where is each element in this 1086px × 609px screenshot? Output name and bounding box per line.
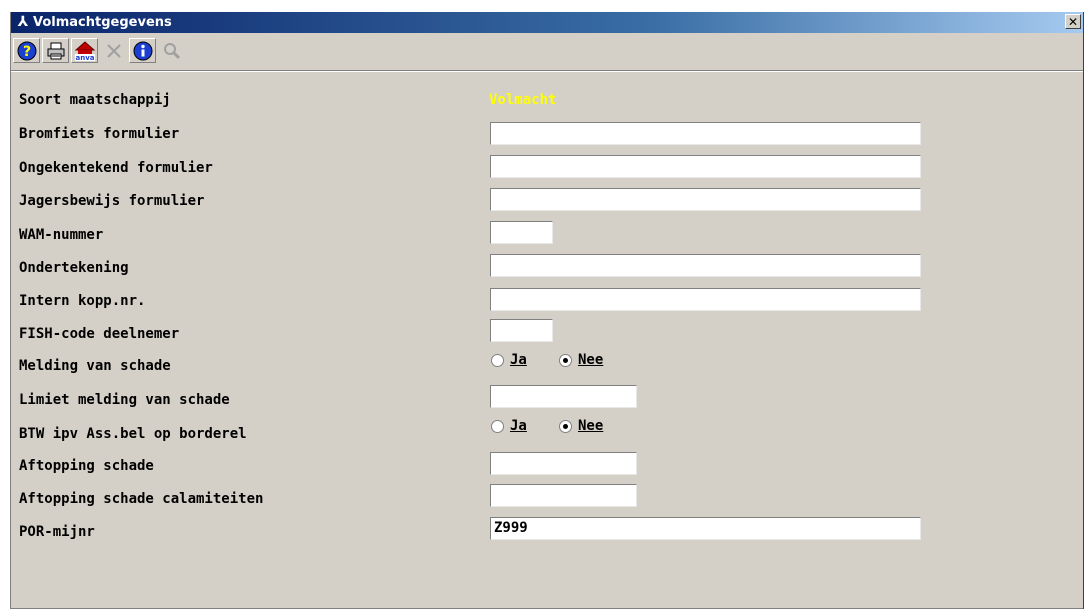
print-button[interactable] <box>42 38 69 63</box>
radio-off-icon <box>491 419 504 433</box>
radio-off-icon <box>491 353 504 367</box>
label-aftopping-schade: Aftopping schade <box>19 458 154 474</box>
btw-nee-radio[interactable]: Nee <box>559 418 603 434</box>
anva-button[interactable]: anva <box>71 38 98 63</box>
radio-on-icon <box>559 353 572 367</box>
label-jagersbewijs: Jagersbewijs formulier <box>19 193 205 209</box>
label-intern-kopp: Intern kopp.nr. <box>19 293 146 309</box>
limiet-melding-field[interactable] <box>490 385 637 408</box>
label-por-mijnr: POR-mijnr <box>19 524 95 540</box>
svg-text:anva: anva <box>75 54 94 62</box>
title-bar[interactable]: ⅄ Volmachtgegevens ✕ <box>11 12 1083 33</box>
window-title: Volmachtgegevens <box>33 15 172 30</box>
ongekentekend-field[interactable] <box>490 155 921 178</box>
close-icon: ✕ <box>1067 15 1079 29</box>
label-ongekentekend: Ongekentekend formulier <box>19 160 213 176</box>
svg-text:?: ? <box>22 44 30 60</box>
por-mijnr-field[interactable]: Z999 <box>490 517 921 540</box>
app-icon: ⅄ <box>17 14 29 30</box>
zoom-button[interactable] <box>158 38 185 63</box>
zoom-icon <box>163 42 180 59</box>
toolbar-separator <box>11 70 1083 72</box>
close-button[interactable]: ✕ <box>1065 14 1081 29</box>
bromfiets-field[interactable] <box>490 122 921 145</box>
melding-schade-ja-radio[interactable]: Ja <box>491 352 527 368</box>
info-button[interactable] <box>129 38 156 63</box>
melding-schade-nee-radio[interactable]: Nee <box>559 352 603 368</box>
fish-code-field[interactable] <box>490 319 553 342</box>
anva-icon: anva <box>74 40 95 62</box>
label-aftopping-calamiteiten: Aftopping schade calamiteiten <box>19 491 264 507</box>
volmacht-window: ⅄ Volmachtgegevens ✕ ? anva Soort maatsc… <box>10 12 1084 609</box>
value-soort-maatschappij: Volmacht <box>489 92 557 108</box>
help-button[interactable]: ? <box>13 38 40 63</box>
label-bromfiets: Bromfiets formulier <box>19 126 180 142</box>
wam-nummer-field[interactable] <box>490 221 553 244</box>
radio-on-icon <box>559 419 572 433</box>
delete-icon <box>106 43 121 58</box>
info-icon <box>133 41 152 60</box>
label-ondertekening: Ondertekening <box>19 260 129 276</box>
print-icon <box>47 42 64 59</box>
help-icon: ? <box>17 41 36 60</box>
aftopping-calamiteiten-field[interactable] <box>490 484 637 507</box>
intern-kopp-field[interactable] <box>490 288 921 311</box>
label-melding-schade: Melding van schade <box>19 358 171 374</box>
aftopping-schade-field[interactable] <box>490 452 637 475</box>
label-soort-maatschappij: Soort maatschappij <box>19 92 171 108</box>
label-wam-nummer: WAM-nummer <box>19 227 104 243</box>
label-limiet-melding: Limiet melding van schade <box>19 392 230 408</box>
btw-ja-radio[interactable]: Ja <box>491 418 527 434</box>
label-fish-code: FISH-code deelnemer <box>19 326 180 342</box>
delete-button[interactable] <box>100 38 127 63</box>
jagersbewijs-field[interactable] <box>490 188 921 211</box>
ondertekening-field[interactable] <box>490 254 921 277</box>
toolbar: ? anva <box>13 35 1081 65</box>
label-btw: BTW ipv Ass.bel op borderel <box>19 426 247 442</box>
